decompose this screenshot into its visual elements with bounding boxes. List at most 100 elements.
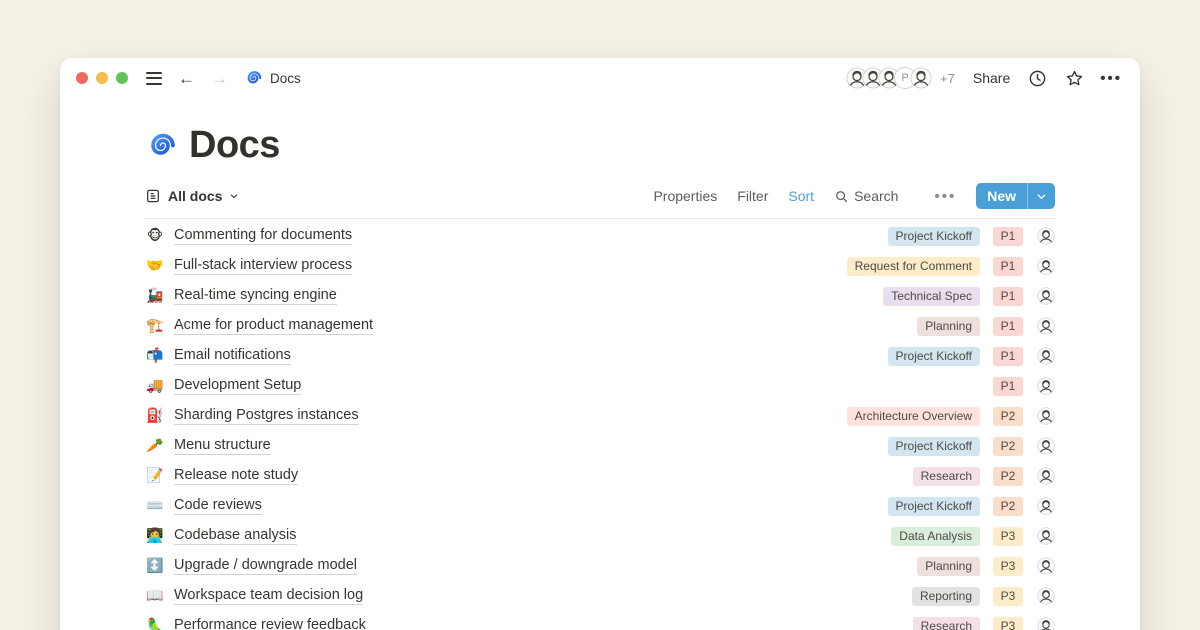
doc-title-link[interactable]: Release note study (174, 467, 298, 485)
doc-title-link[interactable]: Real-time syncing engine (174, 287, 337, 305)
minimize-window-button[interactable] (96, 72, 108, 84)
new-doc-button[interactable]: New (976, 183, 1055, 209)
owner-avatar[interactable] (1037, 617, 1055, 630)
priority-badge[interactable]: P1 (993, 317, 1023, 336)
tag-badge[interactable]: Planning (917, 317, 980, 336)
sort-button[interactable]: Sort (788, 188, 814, 204)
doc-row[interactable]: 📝 Release note study Research P2 (145, 461, 1055, 491)
doc-row[interactable]: 🏗️ Acme for product management Planning … (145, 311, 1055, 341)
tag-badge[interactable]: Request for Comment (847, 257, 980, 276)
priority-badge[interactable]: P2 (993, 407, 1023, 426)
close-window-button[interactable] (76, 72, 88, 84)
doc-row[interactable]: ⌨️ Code reviews Project Kickoff P2 (145, 491, 1055, 521)
priority-badge[interactable]: P1 (993, 347, 1023, 366)
priority-badge[interactable]: P1 (993, 287, 1023, 306)
tag-badge[interactable]: Data Analysis (891, 527, 980, 546)
doc-title-link[interactable]: Commenting for documents (174, 227, 352, 245)
tag-badge[interactable]: Research (913, 617, 980, 630)
back-arrow-icon[interactable]: ← (178, 70, 195, 87)
search-button[interactable]: Search (834, 188, 898, 204)
forward-arrow-icon[interactable]: → (211, 70, 228, 87)
tag-badge[interactable]: Reporting (912, 587, 980, 606)
priority-badge[interactable]: P2 (993, 497, 1023, 516)
share-button[interactable]: Share (973, 70, 1010, 86)
tag-badge[interactable]: Project Kickoff (888, 497, 980, 516)
doc-title-link[interactable]: Upgrade / downgrade model (174, 557, 357, 575)
priority-badge[interactable]: P2 (993, 437, 1023, 456)
mailbox-emoji: 📬 (145, 348, 165, 364)
doc-row[interactable]: 👩‍💻 Codebase analysis Data Analysis P3 (145, 521, 1055, 551)
priority-badge[interactable]: P1 (993, 377, 1023, 396)
favorite-star-icon[interactable] (1065, 69, 1084, 88)
owner-avatar[interactable] (1037, 587, 1055, 605)
zoom-window-button[interactable] (116, 72, 128, 84)
tag-badge[interactable]: Project Kickoff (888, 227, 980, 246)
priority-badge[interactable]: P3 (993, 527, 1023, 546)
search-icon (834, 189, 849, 204)
doc-row[interactable]: 🦜 Performance review feedback Research P… (145, 611, 1055, 630)
priority-badge[interactable]: P1 (993, 257, 1023, 276)
owner-avatar[interactable] (1037, 347, 1055, 365)
truck-emoji: 🚚 (145, 378, 165, 394)
owner-avatar[interactable] (1037, 437, 1055, 455)
doc-title-link[interactable]: Development Setup (174, 377, 301, 395)
collaborator-avatar[interactable] (910, 67, 932, 89)
new-doc-dropdown[interactable] (1028, 183, 1055, 209)
doc-row[interactable]: 🚚 Development Setup P1 (145, 371, 1055, 401)
owner-avatar[interactable] (1037, 227, 1055, 245)
view-switcher[interactable]: All docs (145, 188, 239, 204)
doc-row[interactable]: 🐵 Commenting for documents Project Kicko… (145, 221, 1055, 251)
owner-avatar[interactable] (1037, 557, 1055, 575)
owner-avatar[interactable] (1037, 377, 1055, 395)
tag-badge[interactable]: Project Kickoff (888, 437, 980, 456)
filter-button[interactable]: Filter (737, 188, 768, 204)
doc-row[interactable]: ↕️ Upgrade / downgrade model Planning P3 (145, 551, 1055, 581)
doc-row[interactable]: 📬 Email notifications Project Kickoff P1 (145, 341, 1055, 371)
owner-avatar[interactable] (1037, 287, 1055, 305)
doc-title-link[interactable]: Workspace team decision log (174, 587, 363, 605)
view-toolbar: All docs Properties Filter Sort Search •… (145, 183, 1055, 209)
doc-row[interactable]: 🤝 Full-stack interview process Request f… (145, 251, 1055, 281)
tag-badge[interactable]: Technical Spec (883, 287, 980, 306)
owner-avatar[interactable] (1037, 317, 1055, 335)
doc-row[interactable]: 📖 Workspace team decision log Reporting … (145, 581, 1055, 611)
doc-title-link[interactable]: Sharding Postgres instances (174, 407, 359, 425)
doc-title-link[interactable]: Performance review feedback (174, 617, 366, 630)
tag-badge[interactable]: Planning (917, 557, 980, 576)
doc-title-link[interactable]: Full-stack interview process (174, 257, 352, 275)
owner-avatar[interactable] (1037, 407, 1055, 425)
construction-crane-emoji: 🏗️ (145, 318, 165, 334)
owner-avatar[interactable] (1037, 257, 1055, 275)
sidebar-menu-icon[interactable] (146, 72, 162, 85)
history-clock-icon[interactable] (1028, 69, 1047, 88)
tag-badge[interactable]: Architecture Overview (847, 407, 980, 426)
doc-title-link[interactable]: Menu structure (174, 437, 271, 455)
parrot-emoji: 🦜 (145, 618, 165, 630)
memo-emoji: 📝 (145, 468, 165, 484)
doc-row[interactable]: 🚂 Real-time syncing engine Technical Spe… (145, 281, 1055, 311)
priority-badge[interactable]: P3 (993, 587, 1023, 606)
handshake-emoji: 🤝 (145, 258, 165, 274)
priority-badge[interactable]: P1 (993, 227, 1023, 246)
doc-title-link[interactable]: Code reviews (174, 497, 262, 515)
tag-badge[interactable]: Research (913, 467, 980, 486)
priority-badge[interactable]: P3 (993, 617, 1023, 630)
owner-avatar[interactable] (1037, 467, 1055, 485)
doc-row[interactable]: ⛽ Sharding Postgres instances Architectu… (145, 401, 1055, 431)
doc-row[interactable]: 🥕 Menu structure Project Kickoff P2 (145, 431, 1055, 461)
doc-title-link[interactable]: Codebase analysis (174, 527, 297, 545)
carrot-emoji: 🥕 (145, 438, 165, 454)
more-options-icon[interactable]: ••• (1100, 70, 1122, 87)
owner-avatar[interactable] (1037, 497, 1055, 515)
priority-badge[interactable]: P3 (993, 557, 1023, 576)
toolbar-more-icon[interactable]: ••• (934, 188, 956, 205)
doc-title-link[interactable]: Email notifications (174, 347, 291, 365)
priority-badge[interactable]: P2 (993, 467, 1023, 486)
owner-avatar[interactable] (1037, 527, 1055, 545)
doc-title-link[interactable]: Acme for product management (174, 317, 373, 335)
titlebar: ← → Docs P +7 Share ••• (60, 58, 1140, 98)
tag-badge[interactable]: Project Kickoff (888, 347, 980, 366)
collaborator-avatars[interactable]: P (846, 67, 932, 89)
breadcrumb-title[interactable]: Docs (270, 71, 301, 86)
properties-button[interactable]: Properties (653, 188, 717, 204)
